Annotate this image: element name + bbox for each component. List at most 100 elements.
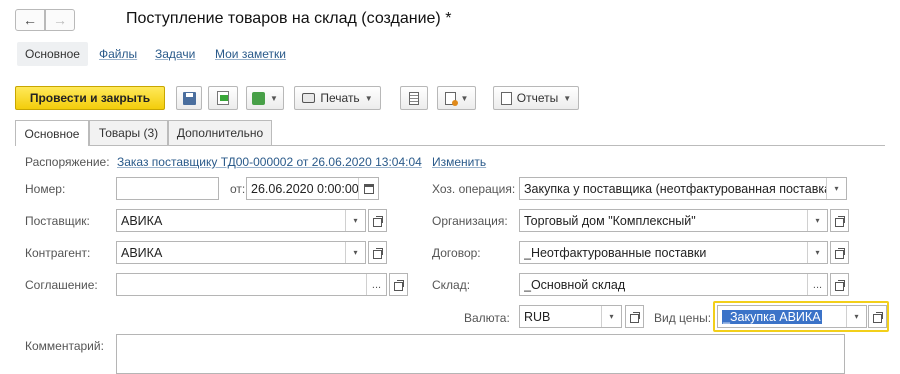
- floppy-disk-icon: [182, 91, 196, 105]
- order-link[interactable]: Заказ поставщику ТД00-000002 от 26.06.20…: [117, 155, 422, 169]
- operation-field[interactable]: Закупка у поставщика (неотфактурованная …: [519, 177, 847, 200]
- organization-label: Организация:: [432, 214, 508, 228]
- warehouse-value: _Основной склад: [524, 277, 626, 292]
- forward-button[interactable]: →: [45, 9, 75, 31]
- agreement-field[interactable]: ...: [116, 273, 387, 296]
- chevron-down-icon: ▾: [609, 312, 614, 321]
- price-type-field[interactable]: _Закупка АВИКА ▾: [717, 305, 867, 328]
- tab-main[interactable]: Основное: [15, 120, 89, 146]
- print-button[interactable]: Печать ▼: [294, 86, 381, 110]
- organization-open-button[interactable]: [830, 209, 849, 232]
- reports-label: Отчеты: [516, 91, 559, 105]
- chevron-down-icon: ▾: [834, 184, 839, 193]
- window-title: Поступление товаров на склад (создание) …: [126, 10, 452, 27]
- print-label: Печать: [320, 91, 360, 105]
- currency-dropdown-button[interactable]: ▾: [601, 306, 621, 327]
- currency-field[interactable]: RUB ▾: [519, 305, 622, 328]
- document-gear-icon: [444, 91, 458, 106]
- comment-label: Комментарий:: [25, 339, 104, 353]
- warehouse-label: Склад:: [432, 278, 471, 292]
- agreement-label: Соглашение:: [25, 278, 98, 292]
- counterparty-value: АВИКА: [121, 245, 163, 260]
- counterparty-dropdown-button[interactable]: ▾: [345, 242, 365, 263]
- number-label: Номер:: [25, 182, 66, 196]
- arrow-right-icon: →: [53, 12, 67, 28]
- post-button[interactable]: [208, 86, 238, 110]
- price-type-value: _Закупка АВИКА: [722, 309, 822, 324]
- number-field[interactable]: [116, 177, 219, 200]
- chevron-down-icon: ▼: [270, 93, 278, 103]
- open-window-icon: [373, 216, 383, 227]
- counterparty-field[interactable]: АВИКА ▾: [116, 241, 366, 264]
- chevron-down-icon: ▼: [364, 93, 373, 103]
- supplier-dropdown-button[interactable]: ▾: [345, 210, 365, 231]
- comment-field[interactable]: [116, 334, 845, 374]
- operation-label: Хоз. операция:: [432, 182, 516, 196]
- document-list-button[interactable]: [400, 86, 428, 110]
- back-button[interactable]: ←: [15, 9, 45, 31]
- date-value: 26.06.2020 0:00:00: [251, 181, 358, 196]
- chevron-down-icon: ▾: [815, 248, 820, 257]
- chevron-down-icon: ▼: [460, 93, 469, 103]
- currency-label: Валюта:: [464, 311, 510, 325]
- arrow-left-icon: ←: [23, 12, 37, 28]
- open-window-icon: [835, 280, 845, 291]
- list-icon: [409, 91, 419, 105]
- chevron-down-icon: ▼: [563, 93, 572, 103]
- currency-value: RUB: [524, 309, 551, 324]
- section-files[interactable]: Файлы: [99, 47, 137, 61]
- price-type-dropdown-button[interactable]: ▾: [846, 306, 866, 327]
- contract-field[interactable]: _Неотфактурованные поставки ▾: [519, 241, 828, 264]
- open-window-icon: [835, 248, 845, 259]
- operation-value: Закупка у поставщика (неотфактурованная …: [524, 181, 826, 196]
- warehouse-select-button[interactable]: ...: [807, 274, 827, 295]
- warehouse-field[interactable]: _Основной склад ...: [519, 273, 828, 296]
- date-field[interactable]: 26.06.2020 0:00:00: [246, 177, 379, 200]
- open-window-icon: [835, 216, 845, 227]
- price-type-open-button[interactable]: [868, 305, 887, 328]
- chevron-down-icon: ▾: [353, 216, 358, 225]
- order-label: Распоряжение:: [25, 155, 110, 169]
- price-type-label: Вид цены:: [654, 311, 712, 325]
- tab-divider: [15, 145, 885, 146]
- organization-dropdown-button[interactable]: ▾: [807, 210, 827, 231]
- attachments-button[interactable]: ▼: [437, 86, 476, 110]
- create-based-on-button[interactable]: ▼: [246, 86, 284, 110]
- contract-value: _Неотфактурованные поставки: [524, 245, 707, 260]
- calendar-button[interactable]: [358, 178, 378, 199]
- agreement-select-button[interactable]: ...: [366, 274, 386, 295]
- counterparty-label: Контрагент:: [25, 246, 91, 260]
- open-window-icon: [630, 312, 640, 323]
- counterparty-open-button[interactable]: [368, 241, 387, 264]
- contract-open-button[interactable]: [830, 241, 849, 264]
- open-window-icon: [373, 248, 383, 259]
- contract-label: Договор:: [432, 246, 481, 260]
- section-tasks[interactable]: Задачи: [155, 47, 195, 61]
- reports-icon: [500, 91, 512, 105]
- open-window-icon: [873, 312, 883, 323]
- currency-open-button[interactable]: [625, 305, 644, 328]
- chevron-down-icon: ▾: [353, 248, 358, 257]
- ellipsis-icon: ...: [812, 278, 823, 291]
- supplier-value: АВИКА: [121, 213, 163, 228]
- tab-additional[interactable]: Дополнительно: [168, 120, 272, 145]
- organization-value: Торговый дом "Комплексный": [524, 213, 696, 228]
- post-and-close-button[interactable]: Провести и закрыть: [15, 86, 165, 110]
- post-document-icon: [217, 91, 229, 105]
- warehouse-open-button[interactable]: [830, 273, 849, 296]
- supplier-field[interactable]: АВИКА ▾: [116, 209, 366, 232]
- open-window-icon: [394, 280, 404, 291]
- from-label: от:: [230, 182, 246, 196]
- contract-dropdown-button[interactable]: ▾: [807, 242, 827, 263]
- save-button[interactable]: [176, 86, 202, 110]
- section-main[interactable]: Основное: [17, 42, 88, 66]
- reports-button[interactable]: Отчеты ▼: [493, 86, 579, 110]
- operation-dropdown-button[interactable]: ▾: [826, 178, 846, 199]
- supplier-open-button[interactable]: [368, 209, 387, 232]
- agreement-open-button[interactable]: [389, 273, 408, 296]
- change-link[interactable]: Изменить: [432, 155, 486, 169]
- ellipsis-icon: ...: [371, 278, 382, 291]
- organization-field[interactable]: Торговый дом "Комплексный" ▾: [519, 209, 828, 232]
- tab-goods[interactable]: Товары (3): [89, 120, 168, 145]
- section-notes[interactable]: Мои заметки: [215, 47, 286, 61]
